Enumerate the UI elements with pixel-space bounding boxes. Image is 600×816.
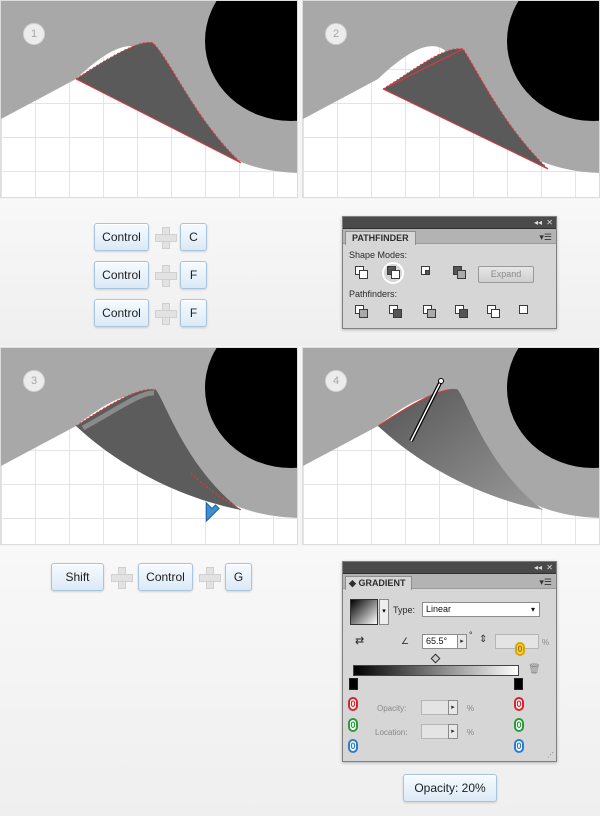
control-key: Control xyxy=(94,223,149,251)
gradient-panel: ◂◂ ✕ ◆ GRADIENT ▾☰ ▾ Type: Linear ▾ ⇄ ∠ … xyxy=(342,561,557,762)
trash-icon[interactable]: 🗑 xyxy=(528,664,541,675)
gradient-slider[interactable] xyxy=(353,665,519,676)
merge-button[interactable] xyxy=(421,304,439,320)
shape-modes-label: Shape Modes: xyxy=(349,250,408,260)
plus-icon xyxy=(155,265,177,287)
plus-icon xyxy=(155,227,177,249)
panel-tab-row: PATHFINDER ▾☰ xyxy=(343,229,556,245)
plus-icon xyxy=(155,303,177,325)
percent-label: % xyxy=(542,638,550,647)
panel-titlebar[interactable]: ◂◂ ✕ xyxy=(343,562,556,574)
opacity-label: Opacity: xyxy=(377,704,407,713)
artboard-step-3[interactable]: 3 xyxy=(0,347,298,545)
reverse-gradient-icon[interactable]: ⇄ xyxy=(355,634,364,647)
step-1-illustration xyxy=(1,1,297,173)
opacity-note: Opacity: 20% xyxy=(403,774,497,802)
stop-opacity-field[interactable] xyxy=(421,700,449,715)
pathfinder-panel: ◂◂ ✕ PATHFINDER ▾☰ Shape Modes: Expand P… xyxy=(342,216,557,329)
location-field[interactable] xyxy=(421,724,449,739)
control-key: Control xyxy=(94,299,149,327)
panel-titlebar[interactable]: ◂◂ ✕ xyxy=(343,217,556,229)
type-select[interactable]: Linear ▾ xyxy=(422,602,540,617)
artboard-step-4[interactable]: 4 xyxy=(302,347,600,545)
resize-grip-icon[interactable]: ⋰ xyxy=(547,751,554,759)
step-number-badge: 3 xyxy=(23,370,45,392)
location-label: Location: xyxy=(375,728,408,737)
step-2-illustration xyxy=(303,1,599,173)
f-key: F xyxy=(180,261,207,289)
angle-icon: ∠ xyxy=(401,636,410,646)
chevron-down-icon: ▾ xyxy=(530,605,535,614)
tab-options-icon[interactable]: ◆ xyxy=(349,578,356,588)
swatch-dropdown-icon[interactable]: ▾ xyxy=(379,599,389,625)
tab-gradient[interactable]: ◆ GRADIENT xyxy=(345,576,413,590)
angle-stepper[interactable]: ▸ xyxy=(457,634,467,649)
g-key: G xyxy=(225,563,252,591)
shift-key: Shift xyxy=(51,563,104,591)
collapse-icon[interactable]: ◂◂ xyxy=(534,217,542,228)
yellow-zero-badge: 0 xyxy=(515,642,525,656)
close-icon[interactable]: ✕ xyxy=(546,562,553,573)
panel-menu-icon[interactable]: ▾☰ xyxy=(539,577,552,588)
zero-badge-green: 0 xyxy=(348,718,358,732)
control-key: Control xyxy=(94,261,149,289)
divide-button[interactable] xyxy=(353,304,371,320)
type-label: Type: xyxy=(393,605,416,615)
intersect-button[interactable] xyxy=(419,265,437,281)
close-icon[interactable]: ✕ xyxy=(546,217,553,228)
angle-field[interactable]: 65.5° xyxy=(422,634,458,649)
unite-button[interactable] xyxy=(353,265,371,281)
outline-button[interactable] xyxy=(485,304,503,320)
midpoint-diamond[interactable] xyxy=(430,653,441,664)
percent-label: % xyxy=(467,704,475,713)
expand-button[interactable]: Expand xyxy=(478,266,534,283)
zero-badge-blue: 0 xyxy=(514,739,524,753)
aspect-ratio-icon: ⇕ xyxy=(479,634,488,645)
pathfinders-label: Pathfinders: xyxy=(349,289,398,299)
step-number-badge: 1 xyxy=(23,23,45,45)
control-key: Control xyxy=(138,563,193,591)
step-3-illustration xyxy=(1,348,297,523)
minus-front-button[interactable] xyxy=(382,262,404,284)
step-number-badge: 2 xyxy=(325,23,347,45)
panel-tab-row: ◆ GRADIENT ▾☰ xyxy=(343,574,556,590)
stop-opacity-stepper[interactable]: ▸ xyxy=(448,700,458,715)
zero-badge-green: 0 xyxy=(514,718,524,732)
step-number-badge: 4 xyxy=(325,370,347,392)
zero-badge-red: 0 xyxy=(514,697,524,711)
tab-pathfinder[interactable]: PATHFINDER xyxy=(345,231,416,245)
artboard-step-1[interactable]: 1 xyxy=(0,0,298,198)
step-4-illustration xyxy=(303,348,599,518)
collapse-icon[interactable]: ◂◂ xyxy=(534,562,542,573)
exclude-button[interactable] xyxy=(451,265,469,281)
minus-back-button[interactable] xyxy=(517,304,535,320)
color-stop-right[interactable] xyxy=(514,678,523,690)
color-stop-left[interactable] xyxy=(349,678,358,690)
zero-badge-red: 0 xyxy=(348,697,358,711)
plus-icon xyxy=(199,567,221,589)
plus-icon xyxy=(111,567,133,589)
artboard-step-2[interactable]: 2 xyxy=(302,0,600,198)
f-key: F xyxy=(180,299,207,327)
zero-badge-blue: 0 xyxy=(348,739,358,753)
trim-button[interactable] xyxy=(387,304,405,320)
degree-symbol: ° xyxy=(469,630,473,640)
panel-menu-icon[interactable]: ▾☰ xyxy=(539,232,552,243)
gradient-swatch[interactable] xyxy=(350,599,378,625)
location-stepper[interactable]: ▸ xyxy=(448,724,458,739)
c-key: C xyxy=(180,223,207,251)
crop-button[interactable] xyxy=(453,304,471,320)
percent-label: % xyxy=(467,728,475,737)
